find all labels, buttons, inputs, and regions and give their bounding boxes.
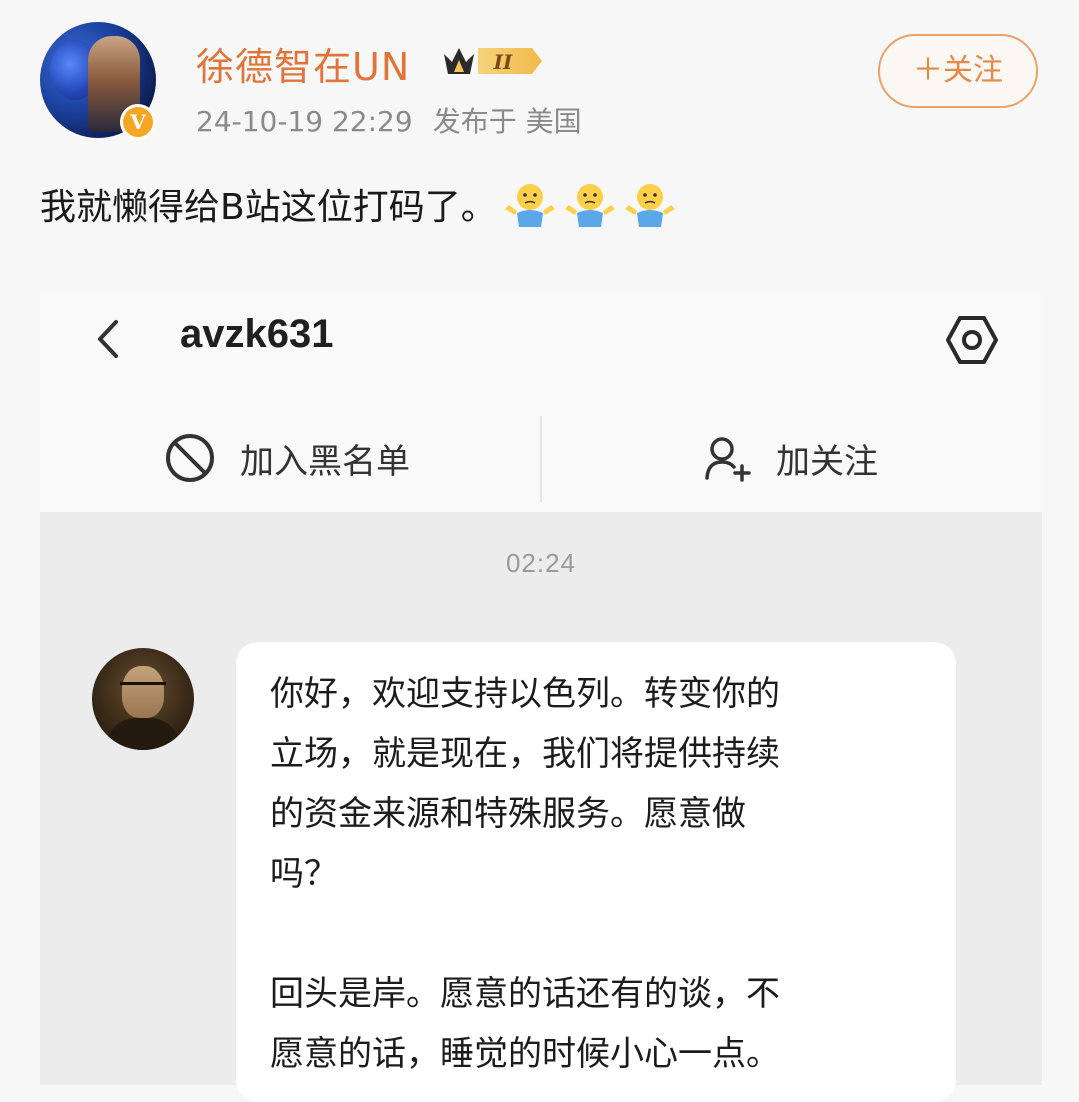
avatar-suit-graphic: [106, 718, 180, 750]
vip-level-text: II: [493, 50, 513, 74]
back-arrow-icon[interactable]: [88, 316, 128, 362]
chat-header: avzk631 加入黑名单 加关注: [40, 290, 1042, 512]
block-user-button[interactable]: 加入黑名单: [164, 410, 410, 506]
vip-level-badge-icon: II: [444, 48, 542, 74]
verified-icon: V: [120, 104, 156, 140]
message-paragraph-1: 你好，欢迎支持以色列。转变你的 立场，就是现在，我们将提供持续 的资金来源和特殊…: [270, 674, 780, 894]
author-username[interactable]: 徐德智在UN: [196, 36, 410, 91]
post-location: 发布于 美国: [432, 105, 582, 138]
follow-label: 加关注: [776, 441, 878, 482]
block-icon: [166, 434, 214, 482]
post-meta: 24-10-19 22:29 发布于 美国: [196, 100, 602, 140]
shrug-emoji-icon: [503, 179, 557, 229]
post-text: 我就懒得给B站这位打码了。: [40, 187, 497, 228]
message-timestamp: 02:24: [505, 548, 577, 578]
shrug-emoji-icon: [563, 179, 617, 229]
avatar-glasses-graphic: [120, 682, 166, 695]
settings-icon[interactable]: [944, 312, 1000, 368]
chat-action-bar: 加入黑名单 加关注: [40, 410, 1042, 506]
message-paragraph-2: 回头是岸。愿意的话还有的谈，不 愿意的话，睡觉的时候小心一点。: [270, 974, 780, 1074]
action-divider: [540, 416, 542, 502]
post-timestamp: 24-10-19 22:29: [196, 105, 413, 138]
post-body: 我就懒得给B站这位打码了。: [40, 178, 677, 230]
follow-user-button[interactable]: 加关注: [704, 410, 878, 506]
weibo-post: V 徐德智在UN II 24-10-19 22:29 发布于 美国 ＋关注 我就懒…: [0, 0, 1079, 260]
shrug-emoji-icon: [623, 179, 677, 229]
chat-messages-area: 02:24 你好，欢迎支持以色列。转变你的 立场，就是现在，我们将提供持续 的资…: [40, 512, 1042, 1102]
block-label: 加入黑名单: [240, 441, 410, 482]
chat-title: avzk631: [180, 312, 334, 356]
add-user-icon: [705, 437, 751, 482]
embedded-chat-screenshot: avzk631 加入黑名单 加关注 02:24 你好，欢迎支持以色列。转变你的 …: [40, 290, 1042, 1102]
sender-avatar[interactable]: [92, 648, 194, 750]
message-bubble: 你好，欢迎支持以色列。转变你的 立场，就是现在，我们将提供持续 的资金来源和特殊…: [236, 642, 956, 1102]
follow-button[interactable]: ＋关注: [878, 34, 1038, 108]
